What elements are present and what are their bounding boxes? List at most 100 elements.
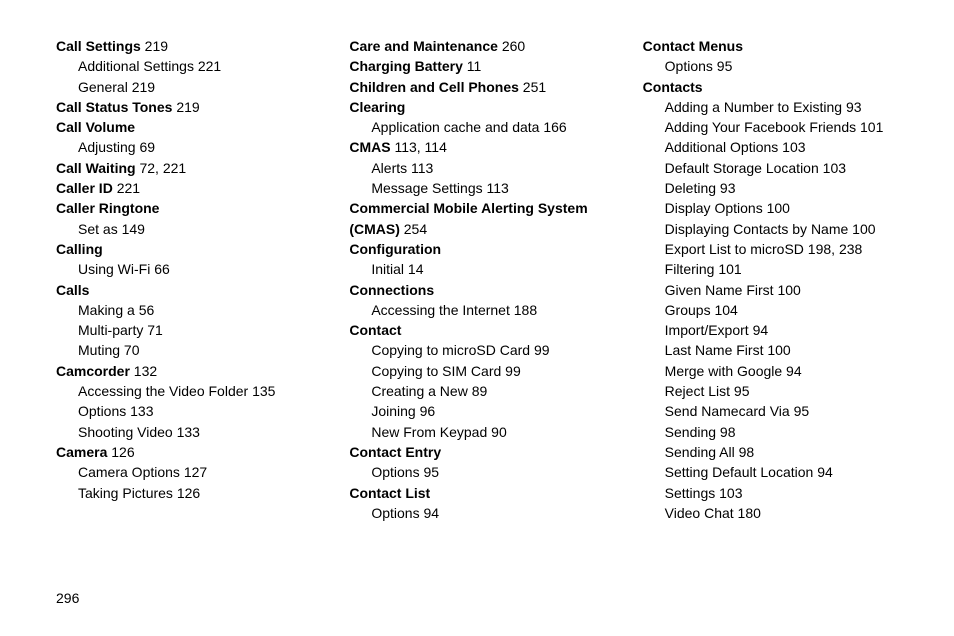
index-page-ref: 101 (714, 261, 741, 277)
index-subentry-label: Shooting Video (78, 424, 173, 440)
index-subentry-label: Making a (78, 302, 135, 318)
index-subentry: Copying to SIM Card 99 (349, 361, 604, 381)
index-topic-label: Charging Battery (349, 58, 463, 74)
index-topic-label: Configuration (349, 241, 441, 257)
index-subentry: Application cache and data 166 (349, 117, 604, 137)
index-topic: Contact Menus (643, 36, 898, 56)
index-page-ref: 100 (763, 200, 790, 216)
index-subentry: Muting 70 (56, 340, 311, 360)
index-topic-label: Contact List (349, 485, 430, 501)
index-subentry-label: Displaying Contacts by Name (665, 221, 849, 237)
index-topic: Call Settings 219 (56, 36, 311, 56)
index-topic: Configuration (349, 239, 604, 259)
index-subentry-label: Joining (371, 403, 415, 419)
index-subentry-label: Options (371, 464, 419, 480)
index-subentry-label: Alerts (371, 160, 407, 176)
index-subentry-label: Send Namecard Via (665, 403, 790, 419)
index-topic: Clearing (349, 97, 604, 117)
index-subentry-label: Video Chat (665, 505, 734, 521)
index-page-ref: 126 (107, 444, 134, 460)
index-subentry-label: Sending (665, 424, 716, 440)
index-subentry-label: Display Options (665, 200, 763, 216)
index-topic: Care and Maintenance 260 (349, 36, 604, 56)
index-page-ref: 72, 221 (136, 160, 187, 176)
index-subentry-label: Deleting (665, 180, 716, 196)
index-subentry: Message Settings 113 (349, 178, 604, 198)
index-subentry: Using Wi-Fi 66 (56, 259, 311, 279)
index-page-ref: 126 (173, 485, 200, 501)
index-subentry-label: Message Settings (371, 180, 482, 196)
index-subentry: Default Storage Location 103 (643, 158, 898, 178)
index-subentry-label: Merge with Google (665, 363, 783, 379)
index-topic-label: Commercial Mobile Alerting System (CMAS) (349, 200, 587, 236)
index-subentry-label: Camera Options (78, 464, 180, 480)
index-subentry-label: Export List to microSD (665, 241, 804, 257)
index-subentry: Deleting 93 (643, 178, 898, 198)
index-subentry: Shooting Video 133 (56, 422, 311, 442)
index-page-ref: 70 (120, 342, 139, 358)
index-page-ref: 135 (248, 383, 275, 399)
index-subentry: Reject List 95 (643, 381, 898, 401)
index-page-ref: 94 (782, 363, 801, 379)
index-topic: Calls (56, 280, 311, 300)
index-topic-label: Camera (56, 444, 107, 460)
index-topic: Caller Ringtone (56, 198, 311, 218)
index-topic-label: Call Volume (56, 119, 135, 135)
index-subentry-label: Accessing the Video Folder (78, 383, 248, 399)
index-subentry: Video Chat 180 (643, 503, 898, 523)
index-subentry: Last Name First 100 (643, 340, 898, 360)
index-subentry-label: Default Storage Location (665, 160, 819, 176)
index-page-ref: 71 (143, 322, 162, 338)
index-subentry: Groups 104 (643, 300, 898, 320)
index-columns: Call Settings 219Additional Settings 221… (56, 36, 898, 523)
index-subentry-label: Additional Settings (78, 58, 194, 74)
index-topic-label: Contact Menus (643, 38, 743, 54)
index-subentry: Multi-party 71 (56, 320, 311, 340)
index-subentry: Accessing the Internet 188 (349, 300, 604, 320)
index-subentry-label: Application cache and data (371, 119, 539, 135)
index-subentry-label: Settings (665, 485, 716, 501)
index-topic: Camcorder 132 (56, 361, 311, 381)
index-topic-label: Care and Maintenance (349, 38, 498, 54)
index-subentry-label: Initial (371, 261, 404, 277)
index-column-1: Call Settings 219Additional Settings 221… (56, 36, 311, 523)
index-page-ref: 219 (141, 38, 168, 54)
index-subentry: Adding a Number to Existing 93 (643, 97, 898, 117)
index-subentry-label: Given Name First (665, 282, 774, 298)
index-subentry: Settings 103 (643, 483, 898, 503)
index-page-ref: 95 (790, 403, 809, 419)
index-page-ref: 133 (173, 424, 200, 440)
index-page-ref: 98 (735, 444, 754, 460)
index-topic-label: Caller ID (56, 180, 113, 196)
index-subentry: Initial 14 (349, 259, 604, 279)
index-topic: Contact (349, 320, 604, 340)
index-subentry: Sending All 98 (643, 442, 898, 462)
index-topic: Contact Entry (349, 442, 604, 462)
index-subentry: General 219 (56, 77, 311, 97)
index-subentry: Camera Options 127 (56, 462, 311, 482)
index-topic-label: Clearing (349, 99, 405, 115)
index-page-ref: 198, 238 (804, 241, 862, 257)
index-subentry: Joining 96 (349, 401, 604, 421)
index-page-ref: 188 (510, 302, 537, 318)
index-topic: CMAS 113, 114 (349, 137, 604, 157)
index-page-ref: 254 (400, 221, 427, 237)
index-page-ref: 90 (487, 424, 506, 440)
index-page-ref: 113, 114 (391, 139, 447, 155)
index-topic: Commercial Mobile Alerting System (CMAS)… (349, 198, 604, 239)
index-subentry-label: Sending All (665, 444, 735, 460)
index-page-ref: 103 (778, 139, 805, 155)
index-column-2: Care and Maintenance 260 Charging Battery… (349, 36, 604, 523)
index-subentry: Making a 56 (56, 300, 311, 320)
index-subentry-label: Options (371, 505, 419, 521)
index-subentry: Adding Your Facebook Friends 101 (643, 117, 898, 137)
index-page-ref: 14 (404, 261, 423, 277)
index-subentry-label: Taking Pictures (78, 485, 173, 501)
index-subentry: Alerts 113 (349, 158, 604, 178)
index-subentry-label: Multi-party (78, 322, 143, 338)
index-subentry: Options 95 (643, 56, 898, 76)
index-page-ref: 101 (856, 119, 883, 135)
index-topic-label: CMAS (349, 139, 390, 155)
index-subentry-label: Creating a New (371, 383, 468, 399)
index-topic-label: Contact Entry (349, 444, 441, 460)
